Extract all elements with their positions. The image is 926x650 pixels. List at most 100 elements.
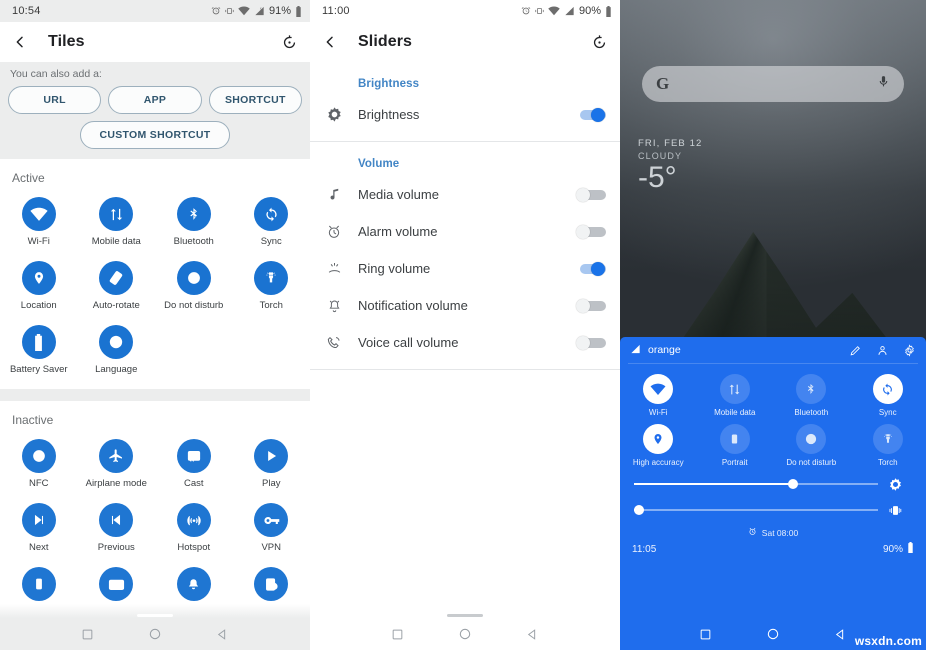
edit-pencil-icon[interactable] — [849, 344, 862, 357]
tile-phone[interactable] — [0, 559, 78, 606]
add-url-button[interactable]: URL — [8, 86, 102, 114]
add-shortcut-section: You can also add a: URL APP SHORTCUT CUS… — [0, 62, 310, 159]
section-divider-bottom — [310, 369, 620, 370]
brightness-slider[interactable] — [620, 471, 926, 497]
hotspot-icon — [176, 503, 211, 537]
tile-vpn[interactable]: VPN — [233, 495, 311, 553]
tile-play[interactable]: Play — [233, 431, 311, 489]
tile-notification-bell[interactable] — [155, 559, 233, 606]
slider-rail[interactable] — [634, 479, 878, 489]
row-media-volume[interactable]: Media volume — [310, 176, 620, 213]
tile-sync[interactable]: Sync — [233, 189, 311, 247]
tile-hotspot[interactable]: Hotspot — [155, 495, 233, 553]
tile-bluetooth[interactable]: Bluetooth — [155, 189, 233, 247]
row-alarm-volume[interactable]: Alarm volume — [310, 213, 620, 250]
quick-settings-footer: 11:05 90% — [620, 538, 926, 556]
tile-auto-rotate[interactable]: Auto-rotate — [78, 253, 156, 311]
history-restore-icon[interactable] — [274, 34, 298, 51]
tile-mobile-data[interactable]: Mobile data — [78, 189, 156, 247]
qs-tile-torch[interactable]: Torch — [850, 424, 926, 467]
media-volume-toggle[interactable] — [576, 187, 606, 202]
tile-screenshot[interactable] — [233, 559, 311, 606]
user-icon[interactable] — [876, 344, 889, 357]
settings-gear-icon[interactable] — [903, 343, 916, 357]
chip-row: URL APP SHORTCUT — [8, 86, 302, 114]
voice-call-volume-toggle[interactable] — [576, 335, 606, 350]
back-arrow-icon[interactable] — [12, 34, 38, 50]
bluetooth-icon — [176, 197, 211, 231]
qs-tile-wifi[interactable]: Wi-Fi — [620, 374, 697, 417]
alarm-volume-toggle[interactable] — [576, 224, 606, 239]
tile-language[interactable]: Language — [78, 317, 156, 375]
footer-clock: 11:05 — [632, 543, 657, 555]
tile-label: Language — [95, 364, 138, 375]
tiles-screen: 10:54 x 91% Tiles You can also add a: UR… — [0, 0, 310, 650]
back-triangle-icon[interactable] — [834, 628, 847, 641]
microphone-icon[interactable] — [877, 74, 890, 94]
ring-volume-slider[interactable] — [620, 497, 926, 523]
brightness-icon — [310, 106, 358, 123]
quick-settings-panel: orange Wi-Fi Mobile data Bluetooth Sync … — [620, 337, 926, 650]
home-circle-icon[interactable] — [148, 627, 162, 641]
recents-square-icon[interactable] — [391, 628, 404, 641]
recents-square-icon[interactable] — [699, 628, 712, 641]
row-label: Brightness — [358, 107, 420, 122]
tile-keyboard[interactable] — [78, 559, 156, 606]
qs-tile-sync[interactable]: Sync — [850, 374, 926, 417]
back-triangle-icon[interactable] — [526, 628, 539, 641]
row-ring-volume[interactable]: Ring volume — [310, 250, 620, 287]
weather-temperature: -5° — [638, 161, 677, 194]
home-circle-icon[interactable] — [458, 627, 472, 641]
watermark: wsxdn.com — [854, 634, 922, 648]
wifi-icon — [643, 374, 674, 404]
qs-tile-label: Do not disturb — [786, 458, 837, 467]
brightness-toggle[interactable] — [576, 107, 606, 122]
torch-icon — [872, 424, 903, 454]
qs-tile-bluetooth[interactable]: Bluetooth — [773, 374, 850, 417]
phone-icon — [21, 567, 56, 601]
add-custom-shortcut-button[interactable]: CUSTOM SHORTCUT — [80, 121, 230, 149]
slider-rail[interactable] — [633, 505, 878, 515]
tile-airplane-mode[interactable]: Airplane mode — [78, 431, 156, 489]
brightness-section-header: Brightness — [358, 78, 420, 90]
tile-previous[interactable]: Previous — [78, 495, 156, 553]
tile-wifi[interactable]: Wi-Fi — [0, 189, 78, 247]
row-voice-call-volume[interactable]: Voice call volume — [310, 324, 620, 361]
qs-tile-label: Wi-Fi — [648, 408, 668, 417]
battery-percent: 91% — [268, 5, 291, 17]
tile-location[interactable]: Location — [0, 253, 78, 311]
tile-do-not-disturb[interactable]: Do not disturb — [155, 253, 233, 311]
recents-square-icon[interactable] — [81, 628, 94, 641]
footer-battery-percent: 90% — [882, 543, 903, 555]
add-app-button[interactable]: APP — [108, 86, 202, 114]
cast-icon — [176, 439, 211, 473]
scroll-handle[interactable] — [447, 614, 483, 617]
tile-cast[interactable]: Cast — [155, 431, 233, 489]
back-triangle-icon[interactable] — [216, 628, 229, 641]
google-search-bar[interactable]: G — [642, 66, 904, 102]
tile-nfc[interactable]: NFC — [0, 431, 78, 489]
qs-tile-high-accuracy[interactable]: High accuracy — [620, 424, 697, 467]
home-circle-icon[interactable] — [766, 627, 780, 641]
row-label: Alarm volume — [358, 224, 438, 239]
qs-tile-do-not-disturb[interactable]: Do not disturb — [773, 424, 850, 467]
history-restore-icon[interactable] — [584, 34, 608, 51]
battery-icon — [21, 325, 56, 359]
weather-widget[interactable]: FRI, FEB 12 CLOUDY -5° — [638, 138, 702, 193]
row-label: Notification volume — [358, 298, 468, 313]
tile-battery-saver[interactable]: Battery Saver — [0, 317, 78, 375]
row-notification-volume[interactable]: Notification volume — [310, 287, 620, 324]
tile-next[interactable]: Next — [0, 495, 78, 553]
tile-torch[interactable]: Torch — [233, 253, 311, 311]
scroll-handle[interactable] — [137, 614, 173, 617]
qs-tile-mobile-data[interactable]: Mobile data — [697, 374, 774, 417]
qs-tile-portrait[interactable]: Portrait — [697, 424, 774, 467]
row-brightness[interactable]: Brightness — [310, 96, 620, 133]
airplane-icon — [99, 439, 134, 473]
next-track-icon — [21, 503, 56, 537]
tile-label: VPN — [261, 542, 282, 553]
add-shortcut-button[interactable]: SHORTCUT — [208, 86, 302, 114]
back-arrow-icon[interactable] — [322, 34, 348, 50]
ring-volume-toggle[interactable] — [576, 261, 606, 276]
notification-volume-toggle[interactable] — [576, 298, 606, 313]
